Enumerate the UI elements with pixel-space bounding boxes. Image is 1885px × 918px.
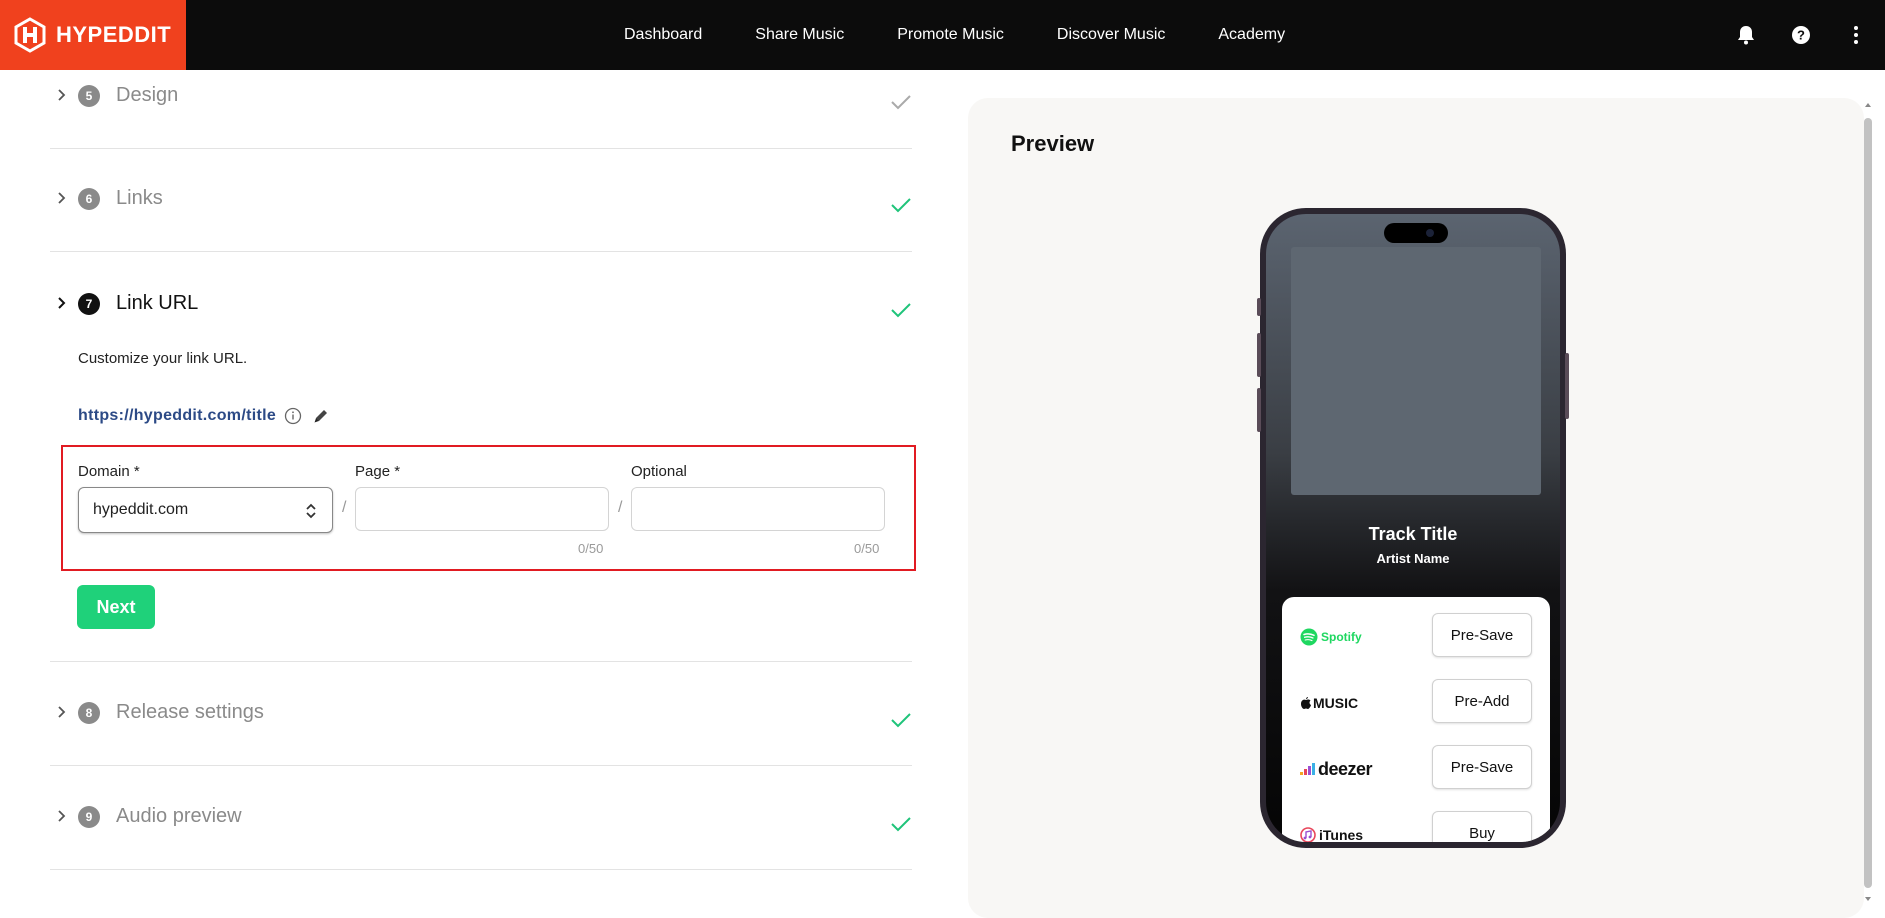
- check-icon: [891, 198, 911, 213]
- help-icon[interactable]: ?: [1789, 23, 1813, 47]
- top-navigation-bar: HYPEDDIT Dashboard Share Music Promote M…: [0, 0, 1885, 70]
- apple-music-logo: MUSIC: [1300, 693, 1358, 713]
- section-title: Link URL: [116, 292, 199, 314]
- optional-char-counter: 0/50: [854, 541, 880, 556]
- service-row-deezer: deezer Pre-Save: [1282, 745, 1550, 791]
- phone-side-button: [1257, 333, 1261, 377]
- phone-side-button: [1257, 388, 1261, 432]
- step-number: 8: [78, 702, 100, 724]
- section-release-settings[interactable]: 8 Release settings: [50, 662, 912, 765]
- phone-mockup: Track Title Artist Name Spotify Pre-Save…: [1257, 208, 1569, 848]
- nav-promote-music[interactable]: Promote Music: [897, 26, 1004, 44]
- step-number: 6: [78, 188, 100, 210]
- chevron-up-down-icon: [306, 503, 316, 519]
- optional-label: Optional: [631, 463, 687, 480]
- next-button[interactable]: Next: [77, 585, 155, 629]
- url-fields-highlight: Domain * hypeddit.com / Page * 0/50 / Op…: [61, 445, 916, 571]
- divider: [50, 869, 912, 870]
- main-nav: Dashboard Share Music Promote Music Disc…: [624, 0, 1338, 70]
- pencil-icon[interactable]: [312, 407, 330, 425]
- link-url-description: Customize your link URL.: [78, 350, 248, 367]
- section-link-url[interactable]: 7 Link URL: [50, 252, 912, 342]
- section-design[interactable]: 5 Design: [50, 70, 912, 148]
- spotify-logo: Spotify: [1300, 627, 1362, 647]
- artist-name: Artist Name: [1376, 551, 1450, 566]
- page-label: Page *: [355, 463, 401, 480]
- page-char-counter: 0/50: [578, 541, 604, 556]
- deezer-icon: [1300, 763, 1315, 775]
- page-scrollbar[interactable]: [1862, 98, 1874, 909]
- service-row-spotify: Spotify Pre-Save: [1282, 613, 1550, 659]
- chevron-right-icon: [58, 297, 66, 309]
- section-links[interactable]: 6 Links: [50, 149, 912, 251]
- phone-screen: Track Title Artist Name Spotify Pre-Save…: [1266, 214, 1560, 842]
- check-icon: [891, 95, 911, 110]
- itunes-logo: iTunes: [1300, 825, 1363, 842]
- section-title: Audio preview: [116, 805, 242, 827]
- check-icon: [891, 303, 911, 318]
- domain-select-value: hypeddit.com: [93, 501, 189, 518]
- deezer-pre-save-button[interactable]: Pre-Save: [1432, 745, 1532, 789]
- phone-side-button: [1565, 353, 1569, 419]
- preview-panel: Preview Track Title Artist Name Spotify …: [968, 98, 1864, 918]
- album-art-placeholder: [1291, 247, 1541, 495]
- service-row-itunes: iTunes Buy: [1282, 811, 1550, 842]
- apple-icon: [1301, 697, 1311, 709]
- hypeddit-logo[interactable]: HYPEDDIT: [0, 0, 186, 70]
- nav-dashboard[interactable]: Dashboard: [624, 26, 702, 44]
- check-icon: [891, 817, 911, 832]
- info-icon[interactable]: [284, 407, 302, 425]
- step-number: 9: [78, 806, 100, 828]
- scroll-up-icon[interactable]: [1863, 100, 1873, 110]
- section-title: Design: [116, 84, 179, 106]
- svg-text:?: ?: [1797, 28, 1805, 43]
- itunes-buy-button[interactable]: Buy: [1432, 811, 1532, 842]
- chevron-right-icon: [58, 706, 66, 718]
- link-url-text[interactable]: https://hypeddit.com/title: [78, 407, 276, 425]
- scroll-down-icon[interactable]: [1863, 894, 1873, 904]
- apple-music-pre-add-button[interactable]: Pre-Add: [1432, 679, 1532, 723]
- service-row-apple-music: MUSIC Pre-Add: [1282, 679, 1550, 725]
- page-input[interactable]: [355, 487, 609, 531]
- path-separator: /: [618, 499, 623, 516]
- itunes-wordmark: iTunes: [1319, 827, 1364, 842]
- chevron-right-icon: [58, 810, 66, 822]
- brand-name: HYPEDDIT: [56, 22, 172, 47]
- more-vertical-icon[interactable]: [1844, 23, 1868, 47]
- nav-academy[interactable]: Academy: [1218, 26, 1285, 44]
- bell-icon[interactable]: [1734, 23, 1758, 47]
- step-number: 7: [78, 293, 100, 315]
- nav-discover-music[interactable]: Discover Music: [1057, 26, 1165, 44]
- chevron-right-icon: [58, 192, 66, 204]
- dynamic-island: [1384, 223, 1448, 243]
- deezer-wordmark: deezer: [1318, 758, 1373, 779]
- apple-music-wordmark: MUSIC: [1313, 695, 1359, 711]
- hypeddit-hexagon-icon: [14, 17, 46, 53]
- spotify-icon: [1300, 628, 1318, 646]
- preview-title: Preview: [1011, 131, 1095, 156]
- path-separator: /: [342, 499, 347, 516]
- scroll-thumb[interactable]: [1864, 118, 1872, 888]
- spotify-pre-save-button[interactable]: Pre-Save: [1432, 613, 1532, 657]
- itunes-icon: [1300, 827, 1316, 842]
- track-title: Track Title: [1368, 524, 1458, 544]
- section-audio-preview[interactable]: 9 Audio preview: [50, 766, 912, 869]
- domain-label: Domain *: [78, 463, 140, 480]
- section-title: Links: [116, 187, 163, 209]
- services-card: Spotify Pre-Save MUSIC Pre-Add deezer Pr…: [1282, 597, 1550, 842]
- nav-share-music[interactable]: Share Music: [755, 26, 844, 44]
- check-icon: [891, 713, 911, 728]
- spotify-wordmark: Spotify: [1321, 630, 1362, 644]
- optional-input[interactable]: [631, 487, 885, 531]
- link-url-preview: https://hypeddit.com/title: [78, 407, 330, 425]
- section-title: Release settings: [116, 701, 264, 723]
- step-accordion: 5 Design 6 Links 7 Link URL Customize yo…: [50, 70, 916, 909]
- domain-select[interactable]: hypeddit.com: [78, 487, 333, 533]
- step-number: 5: [78, 85, 100, 107]
- chevron-right-icon: [58, 89, 66, 101]
- deezer-logo: deezer: [1300, 758, 1373, 779]
- phone-side-button: [1257, 298, 1261, 316]
